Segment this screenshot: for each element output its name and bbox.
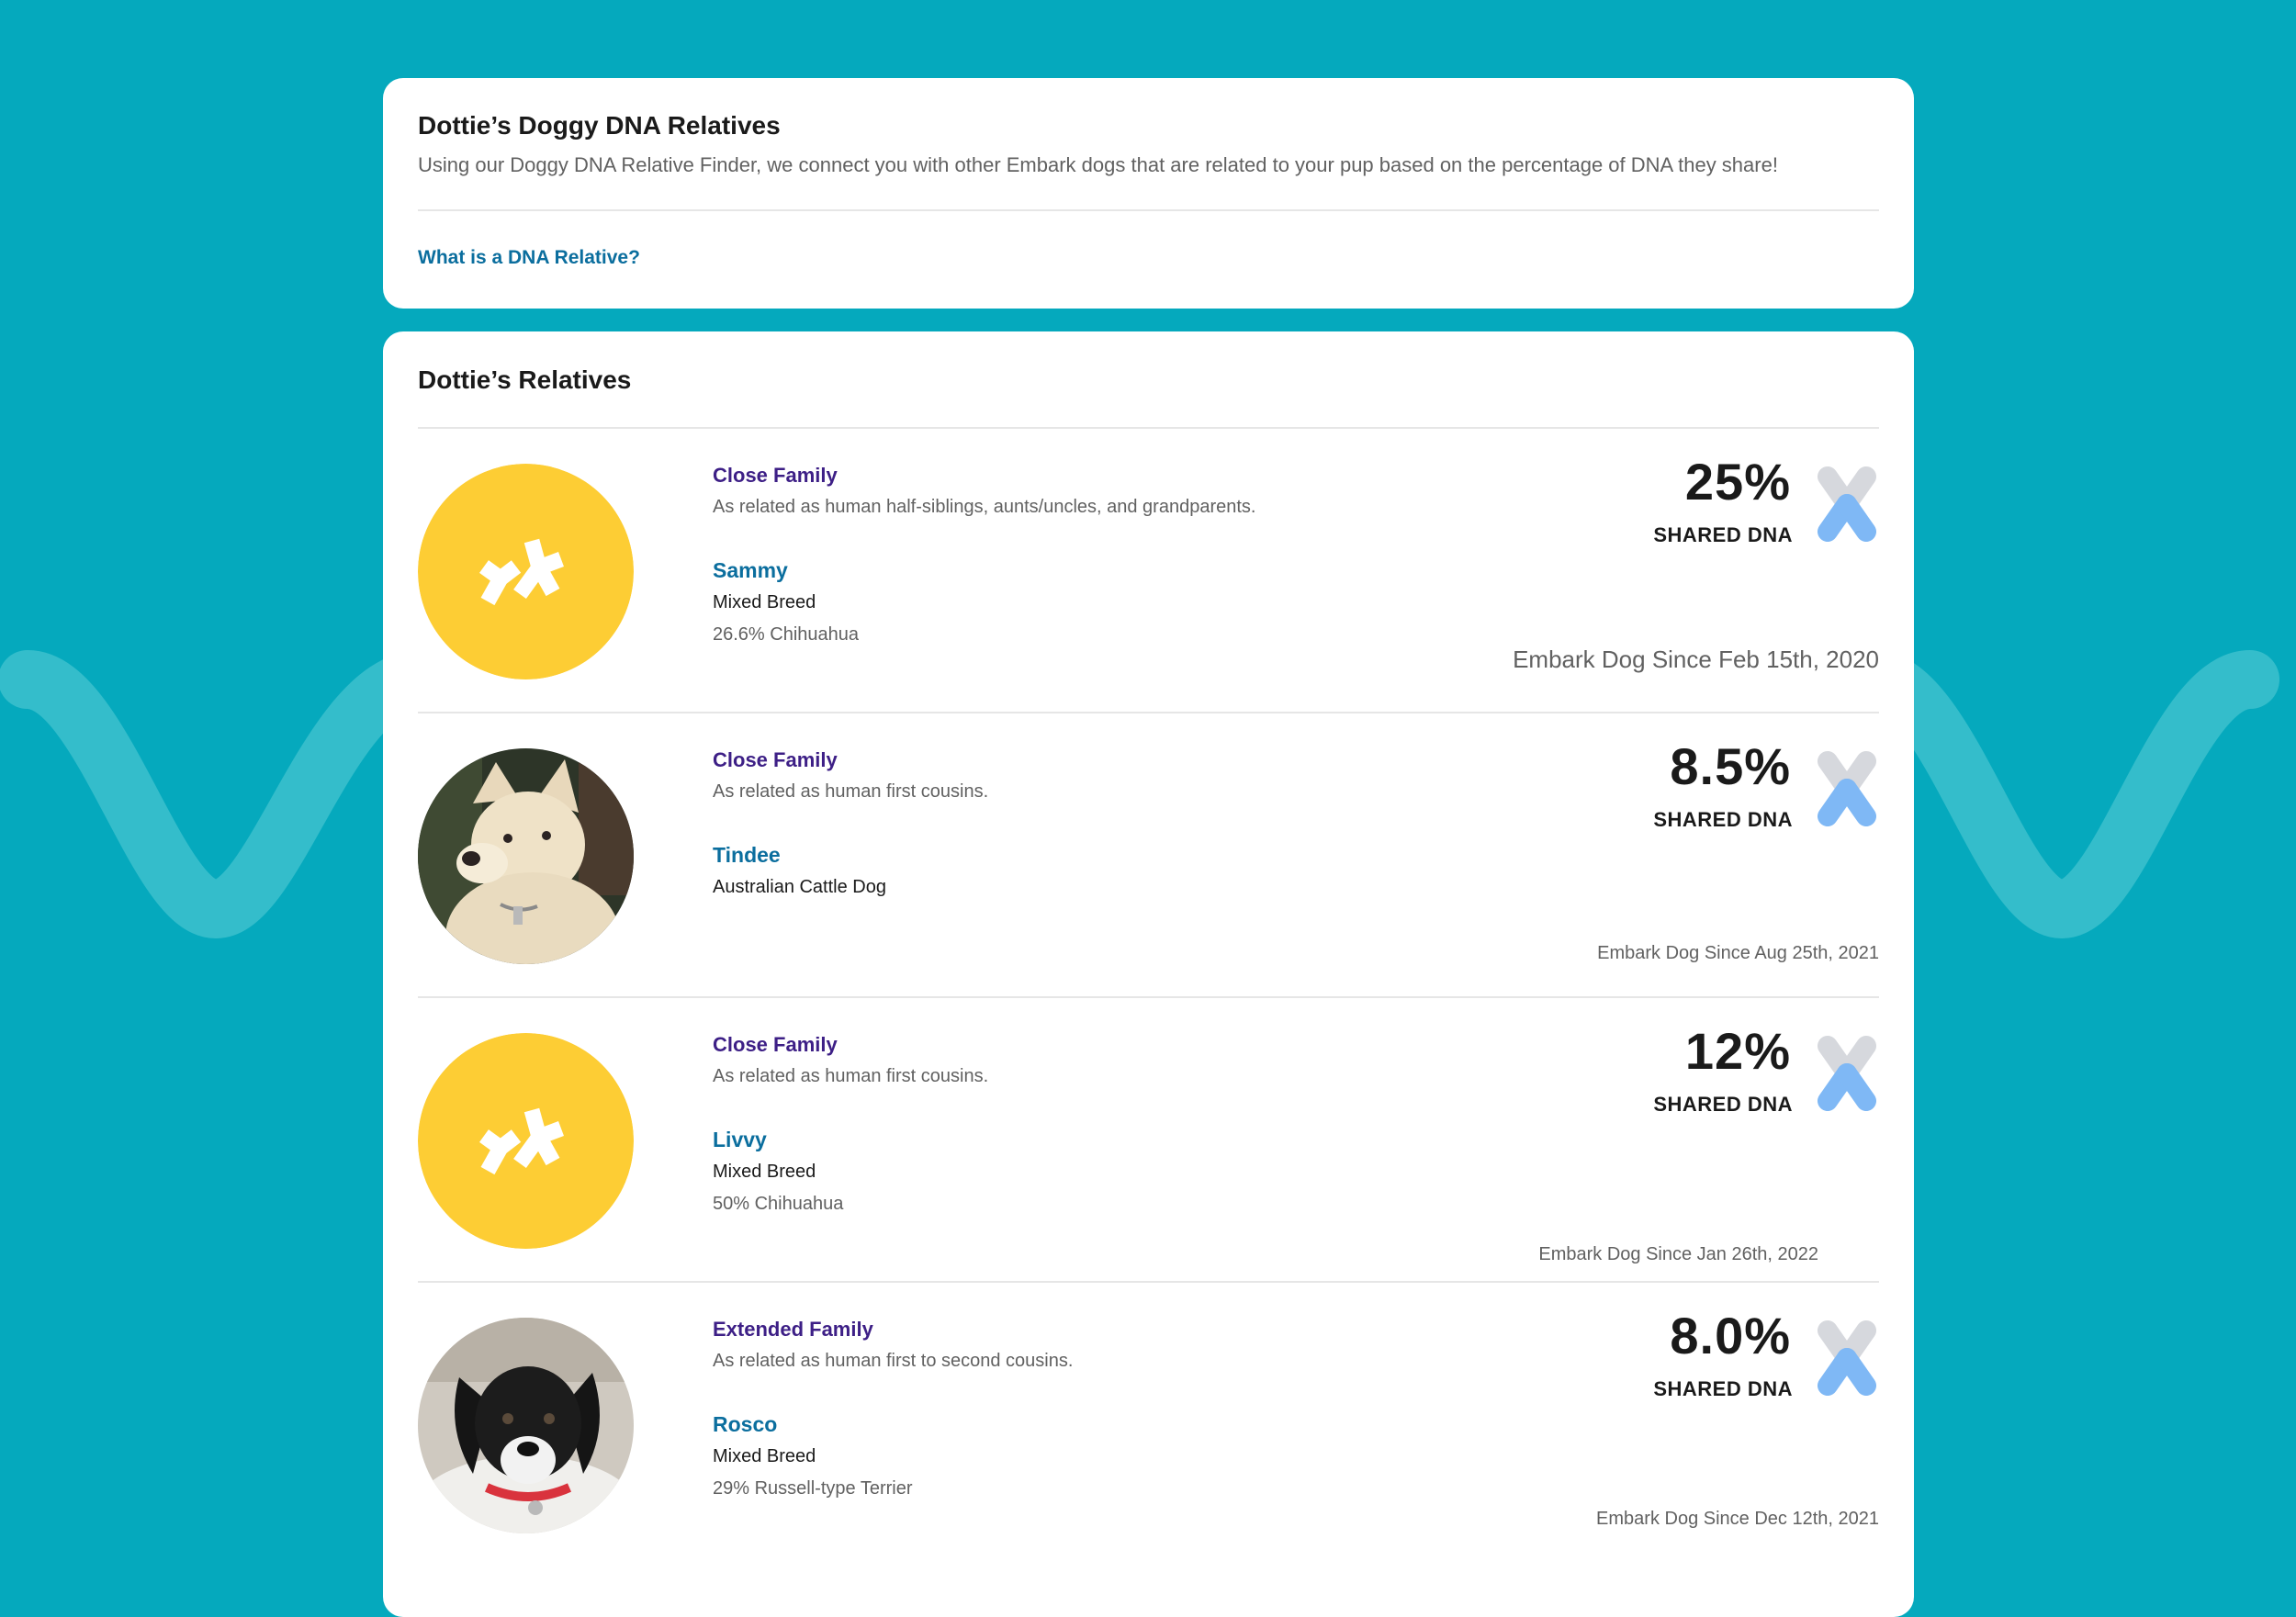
shared-dna-percent: 8.5% xyxy=(1670,737,1791,795)
embark-since: Embark Dog Since Jan 26th, 2022 xyxy=(1538,1244,1818,1264)
relation-description: As related as human half-siblings, aunts… xyxy=(713,497,1256,517)
dog-breed-detail: 29% Russell-type Terrier xyxy=(713,1478,913,1499)
embark-since: Embark Dog Since Feb 15th, 2020 xyxy=(1513,646,1879,673)
relative-row-sammy[interactable]: Close Family As related as human half-si… xyxy=(418,429,1879,713)
dog-breed-detail: 26.6% Chihuahua xyxy=(713,624,860,645)
relation-description: As related as human first to second cous… xyxy=(713,1351,1074,1371)
dog-name-link[interactable]: Livvy xyxy=(713,1128,767,1152)
embark-logo-icon xyxy=(418,1033,634,1249)
embark-since: Embark Dog Since Dec 12th, 2021 xyxy=(1596,1509,1879,1529)
dog-breed-detail: 50% Chihuahua xyxy=(713,1194,844,1214)
shared-dna-percent: 8.0% xyxy=(1670,1307,1791,1364)
relation-type: Close Family xyxy=(713,1033,838,1056)
dog-breed: Mixed Breed xyxy=(713,1162,816,1182)
intro-description: Using our Doggy DNA Relative Finder, we … xyxy=(418,153,1778,176)
dog-photo xyxy=(418,748,634,964)
relatives-card: Dottie’s Relatives Close Family As relat… xyxy=(383,331,1914,1617)
chromosome-icon xyxy=(1818,1320,1876,1396)
dog-name-link[interactable]: Rosco xyxy=(713,1412,777,1437)
dog-breed: Mixed Breed xyxy=(713,1446,816,1466)
relation-description: As related as human first cousins. xyxy=(713,781,989,802)
shared-dna-label: SHARED DNA xyxy=(1653,1377,1793,1400)
chromosome-icon xyxy=(1818,466,1876,542)
relative-row-livvy[interactable]: Close Family As related as human first c… xyxy=(418,998,1879,1283)
intro-divider xyxy=(418,209,1879,211)
relation-type: Extended Family xyxy=(713,1318,873,1341)
relation-type: Close Family xyxy=(713,464,838,487)
relatives-title: Dottie’s Relatives xyxy=(418,365,632,394)
chromosome-icon xyxy=(1818,1036,1876,1111)
shared-dna-percent: 12% xyxy=(1684,1022,1791,1080)
dog-breed: Mixed Breed xyxy=(713,592,816,612)
intro-title: Dottie’s Doggy DNA Relatives xyxy=(418,111,781,140)
shared-dna-percent: 25% xyxy=(1684,453,1791,511)
embark-logo-icon xyxy=(418,464,634,679)
dog-name-link[interactable]: Sammy xyxy=(713,558,788,583)
what-is-dna-relative-link[interactable]: What is a DNA Relative? xyxy=(418,247,640,269)
shared-dna-label: SHARED DNA xyxy=(1653,523,1793,546)
embark-since: Embark Dog Since Aug 25th, 2021 xyxy=(1597,943,1879,963)
shared-dna-label: SHARED DNA xyxy=(1653,808,1793,831)
relative-row-rosco[interactable]: Extended Family As related as human firs… xyxy=(418,1283,1879,1567)
intro-card: Dottie’s Doggy DNA Relatives Using our D… xyxy=(383,78,1914,309)
shared-dna-label: SHARED DNA xyxy=(1653,1093,1793,1116)
relation-description: As related as human first cousins. xyxy=(713,1066,989,1086)
chromosome-icon xyxy=(1818,751,1876,826)
dog-photo xyxy=(418,1318,634,1533)
relative-row-tindee[interactable]: Close Family As related as human first c… xyxy=(418,713,1879,998)
dog-name-link[interactable]: Tindee xyxy=(713,843,781,868)
dog-breed: Australian Cattle Dog xyxy=(713,877,886,897)
relation-type: Close Family xyxy=(713,748,838,771)
